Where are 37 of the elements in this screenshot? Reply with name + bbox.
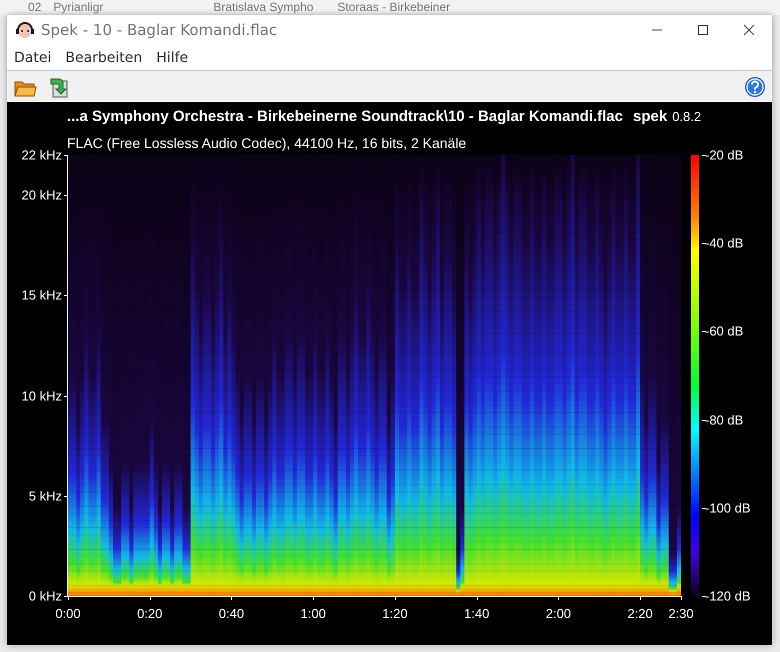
time-label: 2:30 xyxy=(668,606,694,621)
background-text: Pyrianligr xyxy=(53,0,104,15)
close-icon xyxy=(743,24,755,36)
app-name: spek xyxy=(633,108,668,125)
frequency-label: 22 kHz xyxy=(22,148,62,162)
time-label: 2:20 xyxy=(627,606,653,621)
time-label: 1:20 xyxy=(382,606,408,621)
time-label: 0:20 xyxy=(137,606,162,621)
frequency-label: 10 kHz xyxy=(22,388,62,404)
background-text: Storaas - Birkebeiner xyxy=(337,0,450,15)
menu-item[interactable]: Bearbeiten xyxy=(58,50,150,66)
decibel-label: -20 dB xyxy=(705,148,744,162)
background-text: 02 xyxy=(28,0,42,15)
decibel-label: -80 dB xyxy=(705,412,744,428)
time-label: 0:40 xyxy=(218,606,244,621)
menu-item[interactable]: Datei xyxy=(7,50,58,66)
app-logo-icon xyxy=(15,20,35,40)
frequency-label: 15 kHz xyxy=(22,288,62,303)
maximize-icon xyxy=(697,24,709,36)
menu-item[interactable]: Hilfe xyxy=(149,50,196,66)
frequency-label: 5 kHz xyxy=(28,488,62,504)
audio-info: FLAC (Free Lossless Audio Codec), 44100 Hz, 16 bits, 2 Kanäle xyxy=(67,135,466,151)
decibel-label: -100 dB xyxy=(705,500,751,516)
background-text: Bratislava Sympho xyxy=(213,0,314,15)
help-icon xyxy=(744,76,766,98)
decibel-label: -120 dB xyxy=(705,588,751,604)
window-title: Spek - 10 - Baglar Komandi.flac xyxy=(41,21,278,39)
time-label: 0:00 xyxy=(55,606,81,621)
time-label: 2:00 xyxy=(546,606,572,621)
frequency-label: 0 kHz xyxy=(28,588,62,604)
file-path: ...a Symphony Orchestra - Birkebeinerne Soundtrack\10 - Baglar Komandi.flac xyxy=(67,108,623,125)
time-label: 1:40 xyxy=(464,606,490,621)
decibel-label: -60 dB xyxy=(705,324,744,339)
app-version: 0.8.2 xyxy=(672,109,702,124)
decibel-label: -40 dB xyxy=(705,236,744,251)
time-label: 1:00 xyxy=(300,606,326,621)
frequency-label: 20 kHz xyxy=(22,188,62,203)
